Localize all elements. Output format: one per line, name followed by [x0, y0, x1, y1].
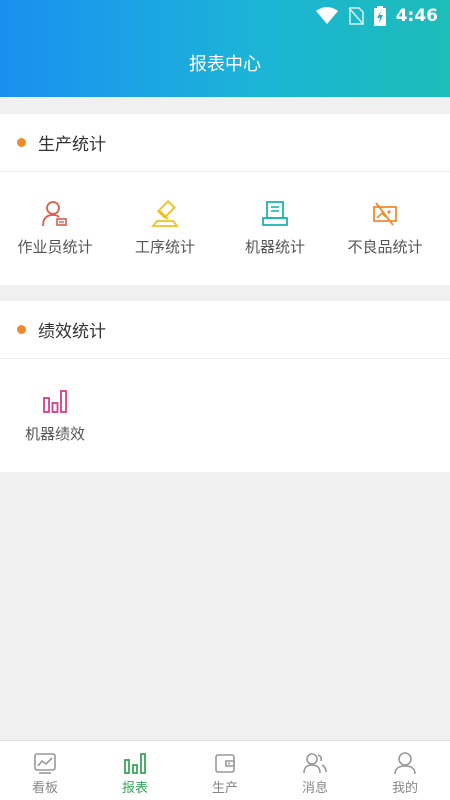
section-header: 绩效统计 [0, 301, 450, 359]
nav-label: 消息 [301, 781, 328, 796]
report-icon [124, 753, 146, 774]
app-header: 4:46 报表中心 [0, 0, 450, 97]
dashboard-icon [34, 753, 56, 774]
status-bar: 4:46 [0, 0, 450, 32]
nav-message[interactable]: 消息 [270, 741, 360, 800]
production-icon [215, 754, 235, 773]
stats-grid: 机器绩效 [0, 359, 450, 471]
section-dot [17, 325, 26, 334]
section-title: 绩效统计 [38, 322, 106, 342]
process-stats-button[interactable]: 工序统计 [110, 199, 220, 257]
bar-chart-icon [43, 389, 67, 413]
wifi-icon [315, 7, 338, 25]
stats-grid: 作业员统计 工序统计 机器统计 不良品统计 [0, 172, 450, 284]
section-header: 生产统计 [0, 114, 450, 172]
profile-icon [394, 752, 416, 775]
battery-charging-icon [373, 6, 386, 26]
item-label: 作业员统计 [17, 237, 93, 256]
process-icon [151, 199, 179, 227]
operator-stats-button[interactable]: 作业员统计 [0, 200, 110, 257]
nav-production[interactable]: 生产 [180, 741, 270, 800]
nav-dashboard[interactable]: 看板 [0, 741, 90, 800]
nav-label: 生产 [211, 781, 238, 796]
machine-icon [262, 200, 288, 226]
item-label: 不良品统计 [347, 237, 423, 256]
status-time: 4:46 [395, 6, 438, 26]
machine-performance-button[interactable]: 机器绩效 [0, 387, 110, 444]
item-label: 机器绩效 [24, 424, 85, 443]
nav-report[interactable]: 报表 [90, 741, 180, 800]
section-production-stats: 生产统计 作业员统计 工序统计 机器统计 不良品统计 [0, 114, 450, 285]
no-sim-icon [348, 7, 364, 25]
section-title: 生产统计 [38, 135, 106, 155]
nav-label: 报表 [121, 781, 148, 796]
nav-label: 我的 [391, 781, 418, 796]
message-icon [303, 753, 327, 774]
item-label: 工序统计 [134, 237, 195, 256]
nav-label: 看板 [31, 781, 58, 796]
bottom-nav: 看板 报表 生产 消息 我的 [0, 740, 450, 800]
nav-profile[interactable]: 我的 [360, 741, 450, 800]
section-performance-stats: 绩效统计 机器绩效 [0, 301, 450, 472]
item-label: 机器统计 [244, 237, 305, 256]
defect-stats-button[interactable]: 不良品统计 [330, 200, 440, 257]
defect-icon [373, 201, 397, 226]
section-dot [17, 138, 26, 147]
machine-stats-button[interactable]: 机器统计 [220, 200, 330, 257]
page-title: 报表中心 [189, 54, 261, 75]
operator-icon [42, 200, 67, 226]
